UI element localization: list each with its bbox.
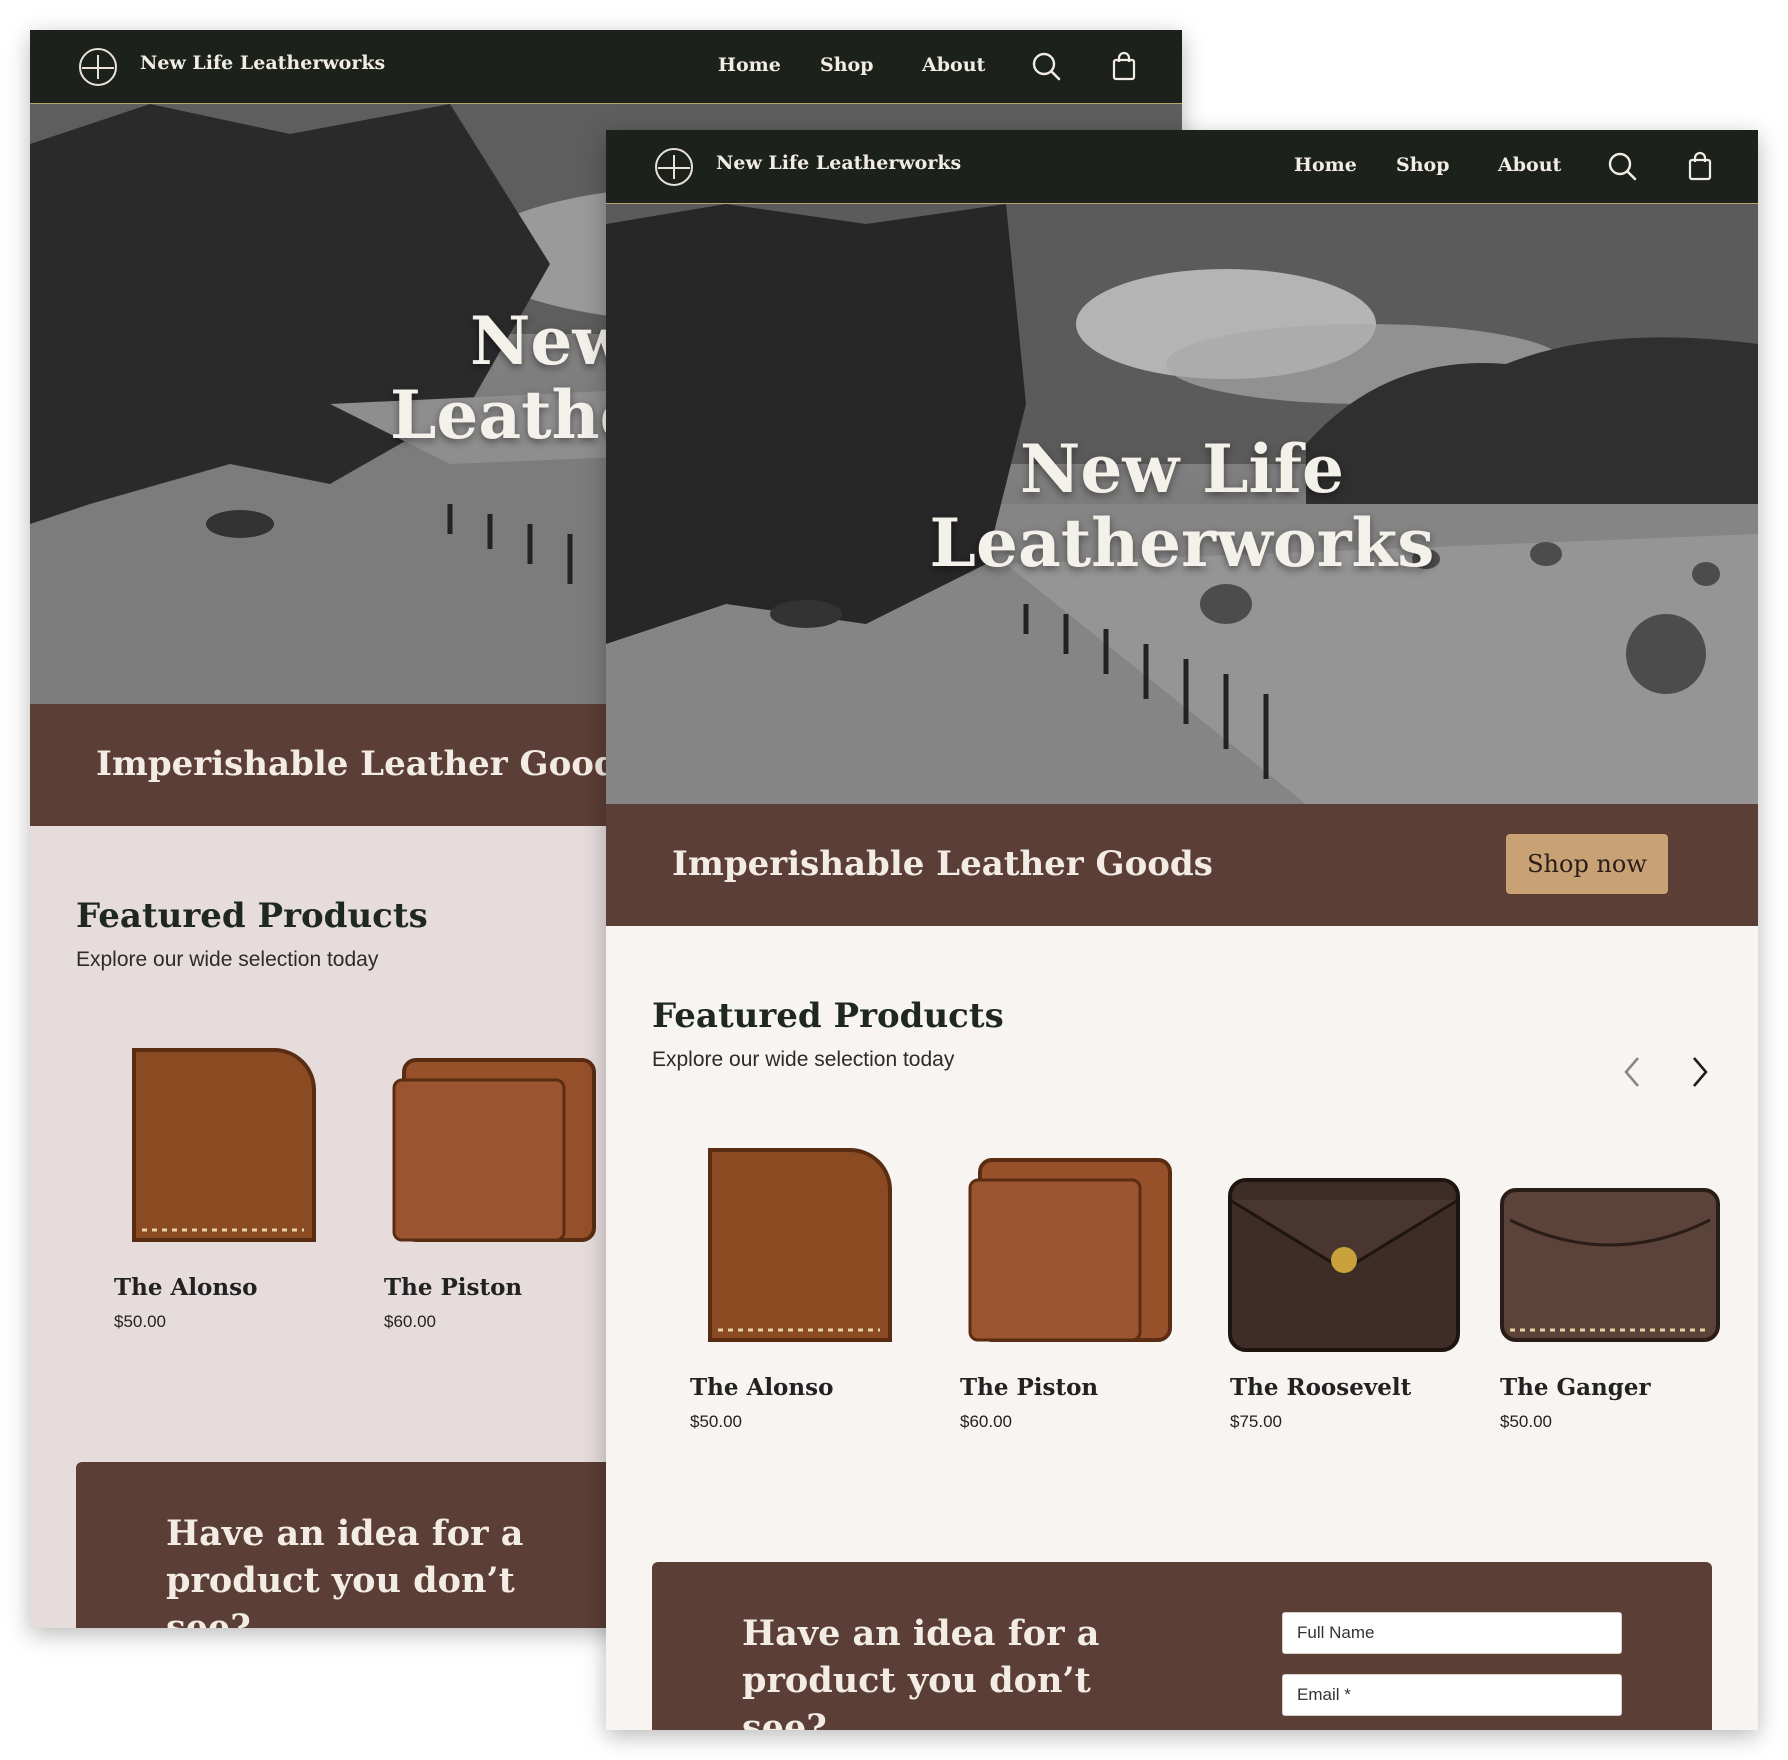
nav-shop[interactable]: Shop	[820, 54, 874, 76]
wallet-image	[132, 1048, 316, 1242]
hero-title: New Life Leatherworks	[929, 430, 1435, 582]
product-card[interactable]: The Alonso $50.00	[680, 1140, 920, 1440]
card-holder-image	[1500, 1188, 1720, 1342]
tagline: Imperishable Leather Goods	[96, 744, 637, 784]
featured-title: Featured Products	[652, 996, 1004, 1036]
product-card[interactable]: The Ganger $50.00	[1490, 1140, 1730, 1440]
product-card[interactable]: The Alonso $50.00	[104, 1040, 344, 1340]
featured-subtitle: Explore our wide selection today	[652, 1048, 955, 1071]
brand-name[interactable]: New Life Leatherworks	[140, 52, 385, 74]
tagline-band: Imperishable Leather Goods Shop now	[606, 804, 1758, 926]
featured-subtitle: Explore our wide selection today	[76, 948, 379, 971]
logo-icon	[79, 48, 117, 86]
hero-image: New Life Leatherworks	[606, 204, 1758, 804]
chevron-left-icon[interactable]	[1616, 1052, 1648, 1092]
full-name-field[interactable]: Full Name	[1282, 1612, 1622, 1654]
product-name: The Roosevelt	[1230, 1374, 1412, 1401]
wallet-image	[968, 1158, 1172, 1342]
product-price: $60.00	[960, 1412, 1012, 1431]
product-price: $50.00	[1500, 1412, 1552, 1431]
product-name: The Piston	[960, 1374, 1099, 1401]
search-icon[interactable]	[1606, 150, 1638, 182]
product-price: $50.00	[114, 1312, 166, 1331]
wallet-image	[392, 1058, 596, 1242]
tagline: Imperishable Leather Goods	[672, 844, 1213, 884]
product-price: $60.00	[384, 1312, 436, 1331]
product-price: $75.00	[1230, 1412, 1282, 1431]
nav-home[interactable]: Home	[1294, 154, 1357, 176]
shopping-bag-icon[interactable]	[1108, 50, 1140, 82]
email-field[interactable]: Email *	[1282, 1674, 1622, 1716]
nav-shop[interactable]: Shop	[1396, 154, 1450, 176]
shopping-bag-icon[interactable]	[1684, 150, 1716, 182]
coin-pouch-image	[1228, 1178, 1460, 1352]
product-price: $50.00	[690, 1412, 742, 1431]
shop-now-button[interactable]: Shop now	[1506, 834, 1668, 894]
cta-heading: Have an idea for a product you don’t see…	[742, 1613, 1100, 1730]
wallet-image	[708, 1148, 892, 1342]
idea-cta-panel: Have an idea for a product you don’t see…	[652, 1562, 1712, 1730]
product-name: The Alonso	[114, 1274, 258, 1301]
foreground-page-preview: New Life Leatherworks Home Shop About Ne…	[606, 130, 1758, 1730]
nav-home[interactable]: Home	[718, 54, 781, 76]
nav-about[interactable]: About	[1498, 154, 1561, 176]
product-name: The Piston	[384, 1274, 523, 1301]
cta-heading: Have an idea for a product you don’t see…	[166, 1513, 524, 1628]
chevron-right-icon[interactable]	[1684, 1052, 1716, 1092]
featured-title: Featured Products	[76, 896, 428, 936]
top-nav: New Life Leatherworks Home Shop About	[30, 30, 1182, 104]
search-icon[interactable]	[1030, 50, 1062, 82]
product-name: The Ganger	[1500, 1374, 1651, 1401]
top-nav: New Life Leatherworks Home Shop About	[606, 130, 1758, 204]
logo-icon	[655, 148, 693, 186]
nav-about[interactable]: About	[922, 54, 985, 76]
product-card[interactable]: The Piston $60.00	[374, 1040, 614, 1340]
product-name: The Alonso	[690, 1374, 834, 1401]
brand-name[interactable]: New Life Leatherworks	[716, 152, 961, 174]
product-card[interactable]: The Roosevelt $75.00	[1220, 1140, 1460, 1440]
product-card[interactable]: The Piston $60.00	[950, 1140, 1190, 1440]
